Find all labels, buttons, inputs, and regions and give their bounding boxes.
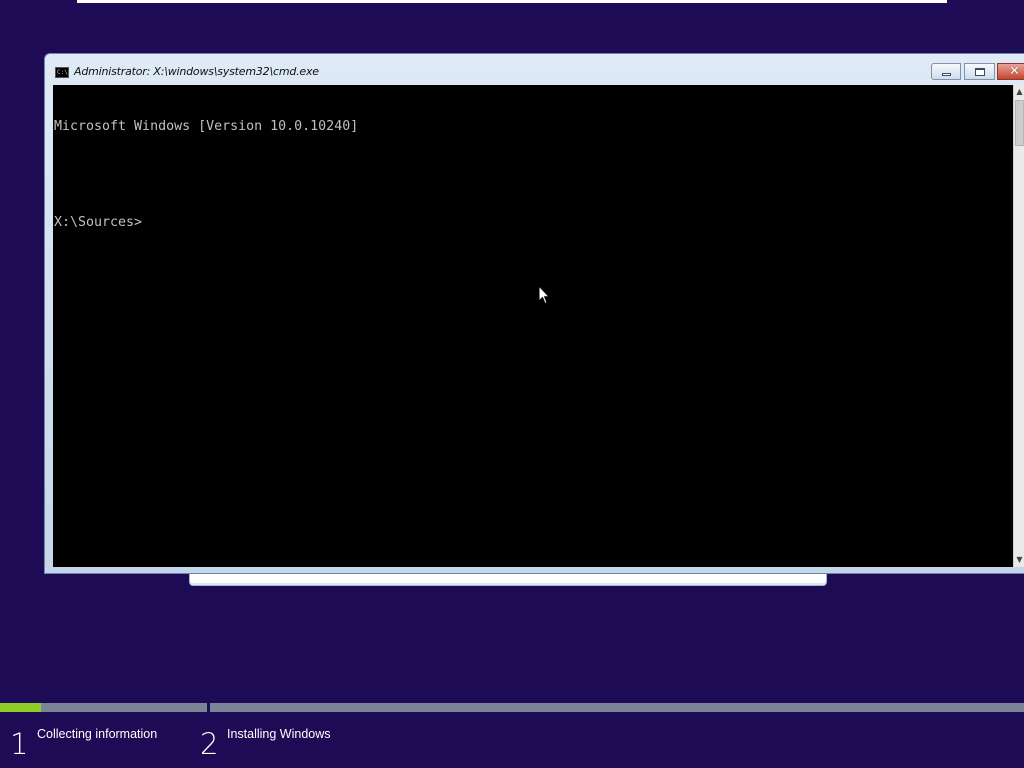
command-prompt-window[interactable]: C:\ Administrator: X:\windows\system32\c…	[44, 53, 1024, 574]
mouse-pointer-icon	[538, 285, 550, 305]
close-button[interactable]: ✕	[997, 63, 1024, 80]
progress-bar-installing-windows	[210, 703, 1024, 712]
cmd-icon[interactable]: C:\	[55, 67, 69, 78]
scroll-up-icon[interactable]: ▲	[1014, 85, 1024, 99]
maximize-button[interactable]	[964, 63, 995, 80]
title-bar[interactable]: C:\ Administrator: X:\windows\system32\c…	[45, 54, 1024, 85]
step-number: 1	[10, 727, 29, 761]
scroll-thumb[interactable]	[1015, 100, 1024, 146]
setup-window-edge-top	[77, 0, 947, 3]
vertical-scrollbar[interactable]: ▲ ▼	[1013, 85, 1024, 567]
minimize-icon	[942, 73, 951, 76]
progress-fill-collecting-information	[0, 703, 42, 712]
maximize-icon	[975, 68, 985, 76]
scroll-down-icon[interactable]: ▼	[1014, 553, 1024, 567]
command-prompt-line[interactable]: X:\Sources>	[54, 215, 1012, 231]
progress-bar-collecting-information	[0, 703, 207, 712]
step-number: 2	[200, 727, 219, 761]
window-title: Administrator: X:\windows\system32\cmd.e…	[74, 65, 319, 78]
setup-window-edge-bottom	[189, 574, 827, 586]
minimize-button[interactable]	[931, 63, 961, 80]
console-output[interactable]: Microsoft Windows [Version 10.0.10240] X…	[53, 85, 1013, 567]
console-line-version: Microsoft Windows [Version 10.0.10240]	[54, 119, 359, 134]
close-icon: ✕	[1009, 64, 1020, 79]
step-label: Installing Windows	[227, 727, 331, 741]
step-label: Collecting information	[37, 727, 158, 741]
